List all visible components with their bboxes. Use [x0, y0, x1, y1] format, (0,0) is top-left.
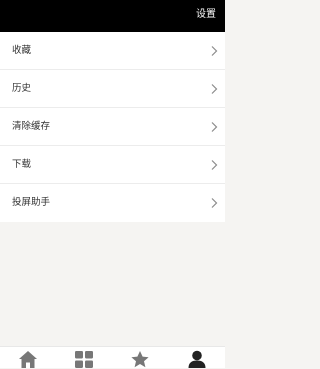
menu-item-clear-cache[interactable]: 清除缓存	[0, 108, 225, 146]
chevron-right-icon	[211, 84, 218, 94]
settings-menu: 收藏 历史 清除缓存 下载 投屏助手	[0, 32, 225, 222]
grid-icon	[75, 351, 93, 368]
menu-item-label: 历史	[12, 83, 32, 94]
menu-item-label: 收藏	[12, 45, 32, 56]
user-icon	[188, 350, 206, 368]
tab-profile[interactable]	[186, 350, 208, 369]
top-bar: 设置	[0, 0, 225, 32]
chevron-right-icon	[211, 198, 218, 208]
tab-favorites[interactable]	[129, 350, 151, 369]
menu-item-label: 清除缓存	[12, 121, 51, 132]
menu-item-label: 下载	[12, 159, 32, 170]
tab-categories[interactable]	[73, 350, 95, 369]
menu-item-label: 投屏助手	[12, 197, 51, 208]
menu-item-favorites[interactable]: 收藏	[0, 32, 225, 70]
star-icon	[131, 351, 149, 368]
chevron-right-icon	[211, 46, 218, 56]
bottom-tab-bar	[0, 346, 225, 368]
menu-item-history[interactable]: 历史	[0, 70, 225, 108]
chevron-right-icon	[211, 122, 218, 132]
menu-item-download[interactable]: 下载	[0, 146, 225, 184]
chevron-right-icon	[211, 160, 218, 170]
home-icon	[19, 351, 37, 368]
tab-home[interactable]	[17, 350, 39, 369]
menu-item-cast-assistant[interactable]: 投屏助手	[0, 184, 225, 222]
page-title: 设置	[196, 9, 216, 20]
